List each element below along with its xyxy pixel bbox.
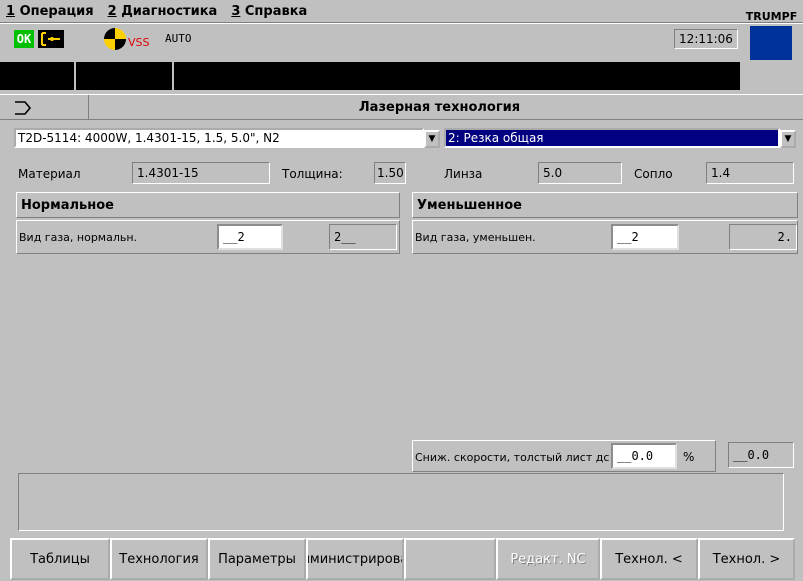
normal-gas-label: Вид газа, нормальн.	[19, 230, 138, 244]
technology-button[interactable]: Технология	[110, 538, 208, 580]
vss-label: VSS	[128, 36, 150, 49]
bar-separator	[74, 62, 76, 90]
technology-next-button[interactable]: Технол. >	[698, 538, 795, 580]
cut-type-value: 2: Резка общая	[448, 131, 544, 145]
thickness-value: 1.50	[374, 162, 406, 184]
speed-reduction-input[interactable]: __0.0	[611, 443, 677, 469]
speed-reduction-unit: %	[683, 450, 695, 464]
page-title: Лазерная технология	[358, 100, 521, 115]
menu-item-operation[interactable]: 1 Операция	[6, 4, 94, 19]
nozzle-value: 1.4	[706, 162, 794, 184]
menu-divider	[0, 22, 803, 24]
clock: 12:11:06	[674, 29, 738, 49]
mode-label: AUTO	[165, 32, 192, 45]
chevron-down-icon[interactable]: ▼	[780, 130, 796, 148]
ok-status-icon: OK	[14, 30, 34, 48]
parameters-button[interactable]: Параметры	[208, 538, 306, 580]
administration-button[interactable]: лминистрирова	[306, 538, 404, 580]
menu-bar: 1 Операция 2 Диагностика 3 Справка	[0, 0, 803, 22]
message-area	[18, 473, 784, 531]
empty-softkey-button[interactable]	[404, 538, 496, 580]
thickness-label: Толщина:	[282, 167, 343, 181]
message-bar	[0, 62, 740, 90]
reduced-gas-row: Вид газа, уменьшен. __2 2.	[412, 220, 798, 254]
normal-gas-row: Вид газа, нормальн. __2 2__	[16, 220, 400, 254]
bar-separator	[172, 62, 174, 90]
cut-type-select[interactable]: 2: Резка общая	[444, 128, 780, 148]
trumpf-logo: TRUMPF	[740, 0, 803, 62]
material-label: Материал	[18, 167, 81, 181]
reduced-gas-value: 2.	[729, 224, 797, 250]
technology-prev-button[interactable]: Технол. <	[600, 538, 698, 580]
lens-label: Линза	[444, 167, 483, 181]
title-bar: Лазерная технология	[0, 94, 803, 120]
softkey-bar: Таблицы Технология Параметры лминистриро…	[10, 538, 795, 580]
speed-reduction-label: Сниж. скорости, толстый лист дс	[415, 450, 610, 464]
reduced-gas-input[interactable]: __2	[611, 224, 679, 250]
edit-nc-button[interactable]: Редакт. NC	[496, 538, 600, 580]
status-bar: OK VSS AUTO 12:11:06	[0, 26, 803, 62]
speed-reduction-row: Сниж. скорости, толстый лист дс __0.0 %	[412, 440, 716, 472]
reduced-gas-label: Вид газа, уменьшен.	[415, 230, 536, 244]
logo-mark	[750, 26, 792, 60]
nozzle-label: Сопло	[634, 167, 673, 181]
normal-gas-value: 2__	[329, 224, 397, 250]
menu-item-help[interactable]: 3 Справка	[231, 4, 307, 19]
technology-table-select[interactable]: T2D-5114: 4000W, 1.4301-15, 1.5, 5.0", N…	[14, 128, 424, 148]
vss-indicator-icon	[104, 28, 126, 50]
logo-text: TRUMPF	[745, 10, 798, 23]
material-value: 1.4301-15	[132, 162, 270, 184]
menu-item-diagnostics[interactable]: 2 Диагностика	[108, 4, 218, 19]
normal-panel-title: Нормальное	[16, 192, 400, 218]
connection-icon	[38, 30, 64, 48]
lens-value: 5.0	[538, 162, 622, 184]
reduced-panel-title: Уменьшенное	[412, 192, 798, 218]
tables-button[interactable]: Таблицы	[10, 538, 110, 580]
chevron-down-icon[interactable]: ▼	[424, 130, 440, 148]
speed-reduction-value: __0.0	[728, 442, 794, 468]
normal-gas-input[interactable]: __2	[217, 224, 283, 250]
technology-table-value: T2D-5114: 4000W, 1.4301-15, 1.5, 5.0", N…	[18, 131, 280, 145]
